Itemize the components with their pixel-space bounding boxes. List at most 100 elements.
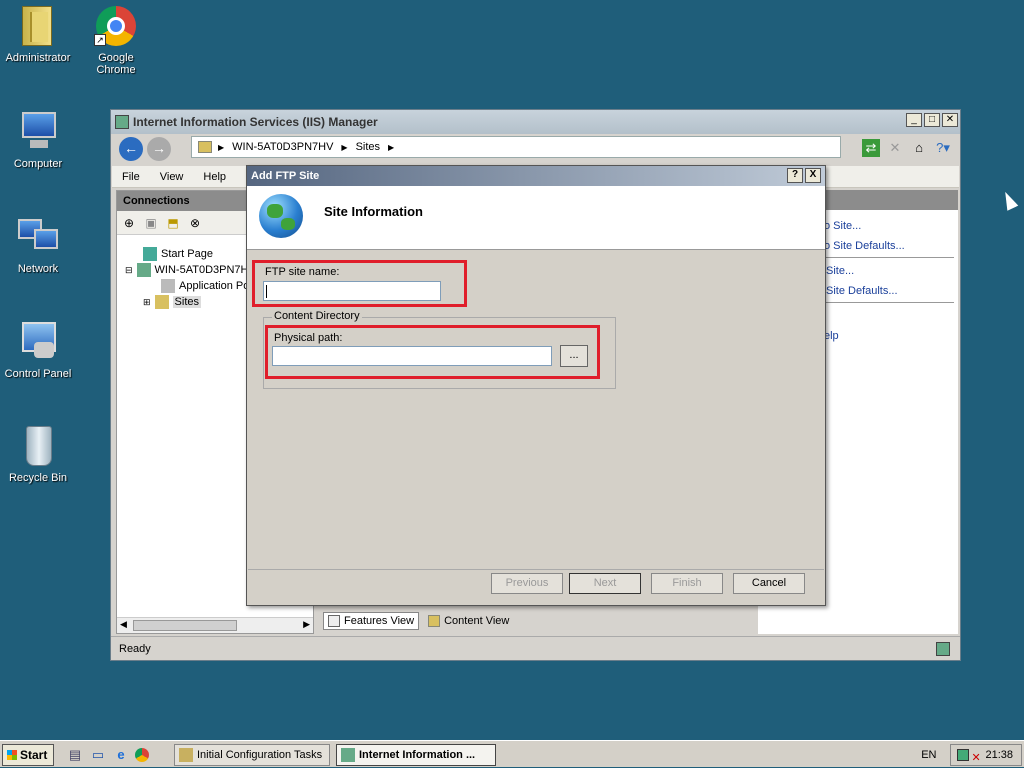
footer-divider [248, 569, 824, 570]
forward-button[interactable]: → [147, 137, 171, 161]
breadcrumb-separator-icon: ▶ [218, 142, 225, 152]
content-view-label: Content View [444, 615, 510, 627]
tree-item-sites[interactable]: ⊞ Sites [143, 295, 202, 309]
taskbar-item-iis-manager[interactable]: Internet Information ... [336, 744, 496, 766]
actions-header [826, 190, 958, 210]
up-folder-icon[interactable]: ⬒ [165, 215, 181, 231]
tree-item-application-pools[interactable]: Application Po [161, 279, 249, 293]
dialog-title: Add FTP Site [251, 170, 320, 182]
action-link-ftp-site-defaults[interactable]: Site Defaults... [826, 285, 898, 297]
help-icon[interactable]: ?▾ [934, 139, 952, 157]
next-button[interactable]: Next [569, 573, 641, 594]
tree-item-label: Start Page [161, 248, 213, 260]
menu-help[interactable]: Help [193, 171, 236, 183]
action-link-add-site[interactable]: o Site... [824, 220, 861, 232]
address-row: ← → ▶ WIN-5AT0D3PN7HV ▶ Sites ▶ ⇄ ✕ ⌂ ?▾ [111, 135, 960, 161]
close-button[interactable]: ✕ [942, 113, 958, 127]
task-label: Initial Configuration Tasks [197, 749, 323, 761]
dialog-controls: ? X [787, 168, 821, 183]
configuration-icon [179, 748, 193, 762]
desktop-icon-label: Control Panel [4, 368, 72, 380]
action-link-add-ftp-site[interactable]: Site... [826, 265, 854, 277]
menu-file[interactable]: File [112, 171, 150, 183]
connect-icon[interactable]: ⊕ [121, 215, 137, 231]
refresh-icon[interactable]: ⇄ [862, 139, 880, 157]
horizontal-scrollbar[interactable]: ◀ ▶ [117, 617, 313, 633]
application-pools-icon [161, 279, 175, 293]
tree-item-start-page[interactable]: Start Page [143, 247, 213, 261]
desktop-icon-computer[interactable]: Computer [0, 110, 76, 170]
taskbar: Start ▤ ▭ e Initial Configuration Tasks … [0, 740, 1024, 767]
features-view-tab[interactable]: Features View [323, 612, 420, 630]
server-manager-icon[interactable]: ▤ [66, 746, 84, 764]
action-link-help[interactable]: elp [824, 330, 839, 342]
breadcrumb-separator-icon: ▶ [341, 142, 348, 152]
collapse-icon[interactable]: ⊟ [125, 265, 133, 276]
dialog-help-button[interactable]: ? [787, 168, 803, 183]
menu-view[interactable]: View [150, 171, 194, 183]
dialog-header: Site Information [247, 186, 825, 250]
maximize-button[interactable]: □ [924, 113, 940, 127]
action-link-set-site-defaults[interactable]: o Site Defaults... [824, 240, 905, 252]
start-label: Start [20, 748, 48, 762]
internet-explorer-icon[interactable]: e [112, 746, 130, 764]
tree-item-server[interactable]: ⊟ WIN-5AT0D3PN7H [125, 263, 248, 277]
desktop-icon-control-panel[interactable]: Control Panel [0, 320, 76, 380]
minimize-button[interactable]: _ [906, 113, 922, 127]
iis-app-icon [115, 115, 129, 129]
content-view-icon [428, 615, 441, 627]
desktop-icon-label: Google Chrome [96, 52, 136, 76]
network-icon [16, 215, 60, 259]
breadcrumb-sites[interactable]: Sites [356, 141, 380, 153]
start-page-icon [143, 247, 157, 261]
network-tray-icon[interactable] [957, 749, 970, 761]
previous-button[interactable]: Previous [491, 573, 563, 594]
start-button[interactable]: Start [2, 744, 54, 766]
window-titlebar[interactable]: Internet Information Services (IIS) Mana… [111, 110, 960, 134]
window-controls: _ □ ✕ [906, 113, 958, 127]
desktop-icon-google-chrome[interactable]: ↗ Google Chrome [78, 4, 154, 76]
chrome-icon[interactable] [135, 748, 149, 762]
finish-button[interactable]: Finish [651, 573, 723, 594]
scrollbar-thumb[interactable] [133, 620, 237, 631]
cancel-button[interactable]: Cancel [733, 573, 805, 594]
desktop-icon-network[interactable]: Network [0, 215, 76, 275]
address-bar[interactable]: ▶ WIN-5AT0D3PN7HV ▶ Sites ▶ [191, 136, 841, 158]
show-desktop-icon[interactable]: ▭ [89, 746, 107, 764]
stop-icon[interactable]: ✕ [886, 139, 904, 157]
home-icon[interactable]: ⌂ [910, 139, 928, 157]
globe-icon [259, 194, 303, 238]
desktop-icon-label: Recycle Bin [8, 472, 68, 484]
scroll-right-icon[interactable]: ▶ [303, 619, 310, 630]
desktop-icon-label: Computer [13, 158, 63, 170]
disconnect-icon[interactable]: ⊗ [187, 215, 203, 231]
dialog-close-button[interactable]: X [805, 168, 821, 183]
control-panel-icon [16, 320, 60, 364]
language-indicator[interactable]: EN [921, 749, 936, 761]
volume-muted-icon[interactable]: ✕ [971, 748, 980, 768]
desktop-icon-administrator[interactable]: Administrator [0, 4, 76, 64]
actions-divider [824, 257, 954, 258]
dialog-titlebar[interactable]: Add FTP Site [247, 166, 825, 186]
content-directory-legend: Content Directory [272, 310, 362, 322]
physical-path-highlight [265, 325, 600, 379]
status-text: Ready [119, 643, 151, 655]
tree-item-label: Sites [172, 296, 202, 308]
clock[interactable]: 21:38 [985, 749, 1013, 761]
scroll-left-icon[interactable]: ◀ [120, 619, 127, 630]
recycle-bin-icon [16, 424, 60, 468]
expand-icon[interactable]: ⊞ [143, 297, 151, 308]
actions-divider [824, 302, 954, 303]
save-icon[interactable]: ▣ [143, 215, 159, 231]
taskbar-item-initial-configuration[interactable]: Initial Configuration Tasks [174, 744, 330, 766]
iis-app-icon [341, 748, 355, 762]
view-switcher: Features View Content View [323, 608, 514, 634]
content-view-tab[interactable]: Content View [423, 612, 514, 630]
status-bar: Ready [111, 636, 960, 660]
desktop-icon-recycle-bin[interactable]: Recycle Bin [0, 424, 76, 484]
breadcrumb-server[interactable]: WIN-5AT0D3PN7HV [232, 141, 333, 153]
mouse-cursor-icon [999, 189, 1019, 211]
window-title: Internet Information Services (IIS) Mana… [133, 115, 378, 129]
back-button[interactable]: ← [119, 137, 143, 161]
folder-icon [16, 4, 60, 48]
